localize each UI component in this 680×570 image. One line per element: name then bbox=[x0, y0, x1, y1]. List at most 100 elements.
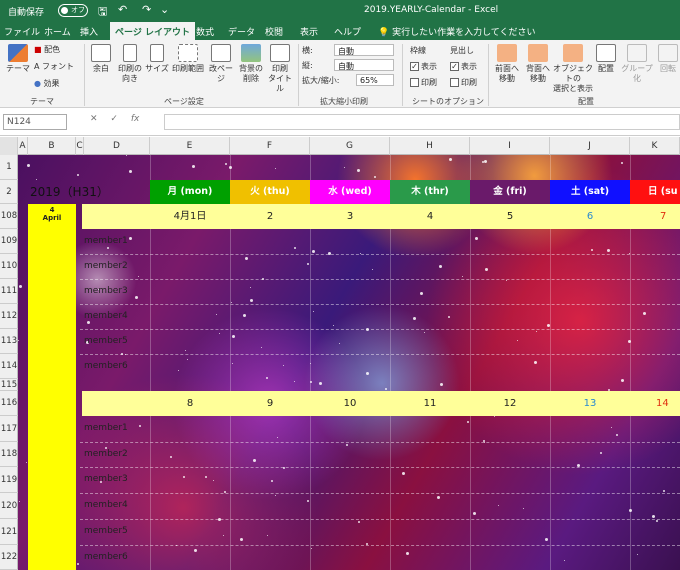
date-row-week2[interactable]: 8 9 10 11 12 13 14 bbox=[82, 391, 680, 416]
date-cell[interactable]: 2 bbox=[230, 204, 310, 229]
row-header[interactable]: 120 bbox=[0, 493, 18, 519]
month-column[interactable]: 4 April bbox=[28, 204, 76, 570]
date-cell[interactable]: 9 bbox=[230, 391, 310, 416]
tab-home[interactable]: ホーム bbox=[44, 25, 71, 38]
themes-button[interactable]: テーマ bbox=[4, 44, 32, 74]
headings-view-checkbox[interactable]: ✓ 表示 bbox=[450, 61, 477, 72]
tab-help[interactable]: ヘルプ bbox=[334, 25, 361, 38]
date-cell[interactable]: 3 bbox=[310, 204, 390, 229]
tell-me-search[interactable]: 💡 実行したい作業を入力してください bbox=[378, 25, 536, 38]
tab-insert[interactable]: 挿入 bbox=[80, 25, 98, 38]
print-titles-button[interactable]: 印刷 タイトル bbox=[266, 44, 294, 94]
row-header[interactable]: 110 bbox=[0, 254, 18, 279]
tab-file[interactable]: ファイル bbox=[4, 25, 40, 38]
gridlines-print-checkbox[interactable]: 印刷 bbox=[410, 77, 437, 88]
width-select[interactable]: 自動 bbox=[334, 44, 394, 56]
tab-formulas[interactable]: 数式 bbox=[196, 25, 214, 38]
bring-forward-button[interactable]: 前面へ 移動 bbox=[492, 44, 522, 84]
row-header[interactable]: 122 bbox=[0, 545, 18, 570]
column-header[interactable]: D bbox=[84, 137, 150, 155]
date-cell[interactable]: 8 bbox=[150, 391, 230, 416]
headings-print-checkbox[interactable]: 印刷 bbox=[450, 77, 477, 88]
member-label[interactable]: member2 bbox=[84, 449, 128, 459]
print-area-button[interactable]: 印刷範囲 bbox=[171, 44, 205, 74]
calendar-sheet[interactable]: 2019（H31） 月 (mon) 火 (thu) 水 (wed) 木 (thr… bbox=[18, 155, 680, 570]
column-header[interactable]: A bbox=[18, 137, 28, 155]
selection-pane-button[interactable]: オブジェクトの 選択と表示 bbox=[553, 44, 593, 94]
date-cell[interactable]: 10 bbox=[310, 391, 390, 416]
align-button[interactable]: 配置 bbox=[594, 44, 618, 74]
column-header[interactable]: F bbox=[230, 137, 310, 155]
colors-button[interactable]: ■ 配色 bbox=[34, 44, 60, 55]
redo-icon[interactable]: ↷ bbox=[142, 3, 151, 16]
member-label[interactable]: member2 bbox=[84, 261, 128, 271]
date-cell[interactable]: 13 bbox=[550, 391, 630, 416]
column-header[interactable]: I bbox=[470, 137, 550, 155]
row-header[interactable]: 117 bbox=[0, 416, 18, 442]
row-header[interactable]: 116 bbox=[0, 391, 18, 416]
row-header[interactable]: 121 bbox=[0, 519, 18, 545]
save-icon[interactable]: 🖫 bbox=[98, 3, 107, 22]
date-cell[interactable]: 4 bbox=[390, 204, 470, 229]
tab-review[interactable]: 校閲 bbox=[265, 25, 283, 38]
member-label[interactable]: member3 bbox=[84, 474, 128, 484]
column-header[interactable]: J bbox=[550, 137, 630, 155]
breaks-button[interactable]: 改ページ bbox=[206, 44, 236, 84]
column-header[interactable]: C bbox=[76, 137, 84, 155]
row-header[interactable]: 113 bbox=[0, 329, 18, 354]
date-cell[interactable]: 12 bbox=[470, 391, 550, 416]
autosave-toggle[interactable]: オフ bbox=[58, 4, 88, 17]
row-header[interactable]: 115 bbox=[0, 379, 18, 391]
tab-data[interactable]: データ bbox=[228, 25, 255, 38]
effects-button[interactable]: ● 効果 bbox=[34, 78, 60, 89]
margins-button[interactable]: 余白 bbox=[88, 44, 114, 74]
column-header[interactable]: B bbox=[28, 137, 76, 155]
orientation-button[interactable]: 印刷の 向き bbox=[115, 44, 145, 84]
member-label[interactable]: member1 bbox=[84, 423, 128, 433]
column-header[interactable]: K bbox=[630, 137, 680, 155]
member-label[interactable]: member6 bbox=[84, 361, 128, 371]
date-cell[interactable]: 11 bbox=[390, 391, 470, 416]
row-header[interactable]: 112 bbox=[0, 304, 18, 329]
row-header[interactable]: 118 bbox=[0, 442, 18, 467]
date-cell[interactable]: 6 bbox=[550, 204, 630, 229]
row-header[interactable]: 2 bbox=[0, 180, 18, 204]
member-label[interactable]: member6 bbox=[84, 552, 128, 562]
enter-icon[interactable]: ✓ bbox=[110, 114, 118, 124]
undo-icon[interactable]: ↶ bbox=[118, 3, 127, 16]
member-label[interactable]: member5 bbox=[84, 526, 128, 536]
row-header[interactable]: 1 bbox=[0, 155, 18, 180]
column-header[interactable]: H bbox=[390, 137, 470, 155]
background-button[interactable]: 背景の 削除 bbox=[237, 44, 265, 84]
customize-qat-icon[interactable]: ⌄ bbox=[160, 3, 169, 16]
rotate-button[interactable]: 回転 bbox=[656, 44, 680, 74]
date-row-week1[interactable]: 4月1日 2 3 4 5 6 7 bbox=[82, 204, 680, 229]
row-header[interactable]: 119 bbox=[0, 467, 18, 493]
date-cell[interactable]: 14 bbox=[630, 391, 680, 416]
size-button[interactable]: サイズ bbox=[145, 44, 169, 74]
insert-function-icon[interactable]: fx bbox=[131, 114, 140, 124]
date-cell[interactable]: 5 bbox=[470, 204, 550, 229]
column-header[interactable]: G bbox=[310, 137, 390, 155]
date-cell[interactable]: 4月1日 bbox=[150, 204, 230, 229]
row-header[interactable]: 114 bbox=[0, 354, 18, 379]
member-label[interactable]: member1 bbox=[84, 236, 128, 246]
fonts-button[interactable]: A フォント bbox=[34, 61, 74, 72]
scale-input[interactable]: 65% bbox=[356, 74, 394, 86]
formula-input[interactable] bbox=[164, 114, 680, 130]
member-label[interactable]: member4 bbox=[84, 500, 128, 510]
name-box[interactable]: N124 bbox=[3, 114, 67, 130]
height-select[interactable]: 自動 bbox=[334, 59, 394, 71]
member-label[interactable]: member5 bbox=[84, 336, 128, 346]
tab-view[interactable]: 表示 bbox=[300, 25, 318, 38]
row-header[interactable]: 109 bbox=[0, 229, 18, 254]
member-label[interactable]: member3 bbox=[84, 286, 128, 296]
tab-page-layout[interactable]: ページ レイアウト bbox=[110, 22, 195, 40]
send-backward-button[interactable]: 背面へ 移動 bbox=[523, 44, 553, 84]
date-cell[interactable]: 7 bbox=[630, 204, 680, 229]
select-all-corner[interactable] bbox=[0, 137, 18, 155]
cancel-icon[interactable]: ✕ bbox=[90, 114, 98, 124]
row-header[interactable]: 108 bbox=[0, 204, 18, 229]
gridlines-view-checkbox[interactable]: ✓ 表示 bbox=[410, 61, 437, 72]
column-header[interactable]: E bbox=[150, 137, 230, 155]
